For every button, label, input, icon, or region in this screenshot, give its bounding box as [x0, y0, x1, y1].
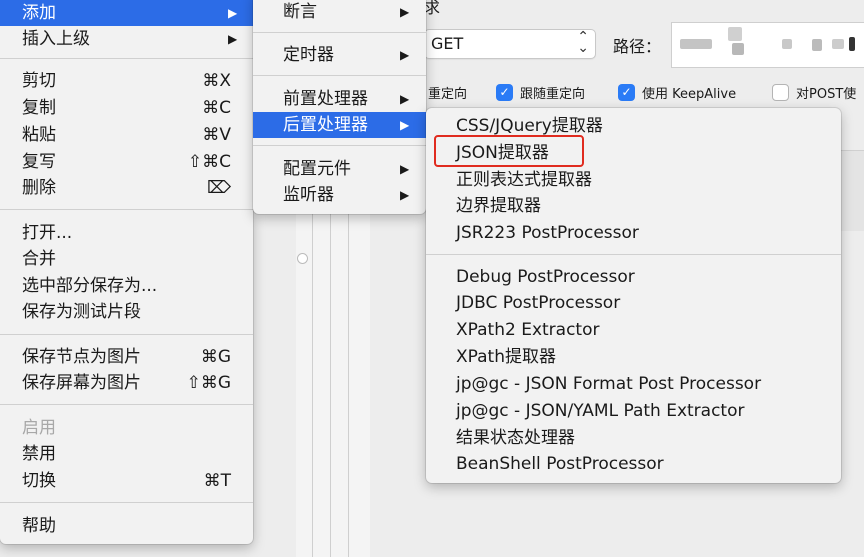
- blurred-text: [732, 43, 744, 55]
- context-menu: 添加 ▶ 插入上级 ▶ 剪切 ⌘X 复制 ⌘C 粘贴 ⌘V 复写 ⇧⌘C 删除 …: [0, 0, 253, 544]
- menu-item-duplicate[interactable]: 复写 ⇧⌘C: [0, 149, 253, 175]
- add-submenu: 断言 ▶ 定时器 ▶ 前置处理器 ▶ 后置处理器 ▶ 配置元件 ▶ 监听器 ▶: [253, 0, 426, 214]
- submenu-item-timer[interactable]: 定时器 ▶: [253, 42, 426, 68]
- select-chevron-icon: ⌃ ⌄: [577, 29, 589, 56]
- submenu-arrow-icon: ▶: [228, 6, 238, 20]
- option-redirect[interactable]: 重定向: [428, 82, 467, 102]
- post-item-beanshell-postprocessor[interactable]: BeanShell PostProcessor: [426, 451, 841, 477]
- menu-item-save-selection-as[interactable]: 选中部分保存为...: [0, 273, 253, 299]
- post-item-xpath2-extractor[interactable]: XPath2 Extractor: [426, 317, 841, 343]
- submenu-item-config-element[interactable]: 配置元件 ▶: [253, 156, 426, 182]
- background-table-header: [840, 150, 864, 231]
- post-item-jsr223-postprocessor[interactable]: JSR223 PostProcessor: [426, 220, 841, 246]
- shortcut-label: ⌘X: [202, 71, 231, 91]
- menu-separator: [0, 334, 253, 335]
- menu-separator: [0, 404, 253, 405]
- post-item-jpgc-json-format[interactable]: jp@gc - JSON Format Post Processor: [426, 371, 841, 397]
- json-extractor-highlight-box: [434, 135, 584, 167]
- http-method-value: GET: [431, 34, 464, 53]
- post-item-boundary-extractor[interactable]: 边界提取器: [426, 193, 841, 219]
- shortcut-label: ⌘C: [202, 98, 231, 118]
- menu-item-cut[interactable]: 剪切 ⌘X: [0, 68, 253, 94]
- blurred-text: [728, 27, 742, 41]
- menu-separator: [0, 58, 253, 59]
- menu-item-insert-parent[interactable]: 插入上级 ▶: [0, 26, 253, 52]
- http-method-select[interactable]: GET ⌃ ⌄: [424, 29, 596, 59]
- submenu-item-listener[interactable]: 监听器 ▶: [253, 182, 426, 208]
- menu-item-save-node-as-image[interactable]: 保存节点为图片 ⌘G: [0, 344, 253, 370]
- blurred-text: [849, 37, 855, 51]
- menu-item-open[interactable]: 打开...: [0, 220, 253, 246]
- shortcut-label: ⇧⌘G: [186, 373, 231, 393]
- submenu-arrow-icon: ▶: [228, 32, 238, 46]
- option-label: 使用 KeepAlive: [642, 86, 737, 102]
- menu-item-copy[interactable]: 复制 ⌘C: [0, 95, 253, 121]
- post-item-jpgc-json-yaml-path[interactable]: jp@gc - JSON/YAML Path Extractor: [426, 398, 841, 424]
- delete-key-icon: ⌦: [206, 178, 231, 198]
- menu-separator: [253, 32, 426, 33]
- checkbox-unchecked-icon[interactable]: [772, 83, 789, 101]
- menu-separator: [253, 75, 426, 76]
- checkbox-checked-icon[interactable]: ✓: [496, 83, 513, 101]
- tree-node-handle[interactable]: [297, 253, 308, 264]
- menu-separator: [253, 145, 426, 146]
- submenu-arrow-icon: ▶: [400, 188, 410, 202]
- blurred-text: [782, 39, 792, 49]
- submenu-arrow-icon: ▶: [400, 5, 410, 19]
- menu-item-enable: 启用: [22, 418, 56, 438]
- menu-item-paste[interactable]: 粘贴 ⌘V: [0, 122, 253, 148]
- option-label: 对POST使: [796, 86, 857, 102]
- option-label: 重定向: [428, 86, 468, 102]
- menu-item-delete[interactable]: 删除 ⌦: [0, 175, 253, 201]
- shortcut-label: ⇧⌘C: [187, 152, 231, 172]
- path-input[interactable]: [671, 22, 864, 68]
- menu-item-merge[interactable]: 合并: [0, 246, 253, 272]
- path-label: 路径：: [613, 37, 662, 56]
- submenu-arrow-icon: ▶: [400, 92, 410, 106]
- submenu-arrow-icon: ▶: [400, 118, 410, 132]
- menu-separator: [0, 209, 253, 210]
- menu-item-disable[interactable]: 禁用: [0, 441, 253, 467]
- option-label: 跟随重定向: [520, 86, 586, 102]
- tree-guide-line: [348, 200, 349, 557]
- shortcut-label: ⌘V: [202, 125, 231, 145]
- submenu-item-postprocessor[interactable]: 后置处理器 ▶: [253, 112, 426, 138]
- post-item-xpath-extractor[interactable]: XPath提取器: [426, 344, 841, 370]
- tree-guide-line: [330, 200, 331, 557]
- blurred-text: [680, 39, 712, 49]
- submenu-arrow-icon: ▶: [400, 48, 410, 62]
- shortcut-label: ⌘G: [200, 347, 231, 367]
- checkbox-checked-icon[interactable]: ✓: [618, 83, 635, 101]
- menu-separator: [426, 254, 841, 255]
- tree-panel: [296, 200, 370, 557]
- menu-item-save-as-test-fragment[interactable]: 保存为测试片段: [0, 299, 253, 325]
- blurred-text: [832, 39, 844, 49]
- panel-title: 求: [424, 0, 441, 17]
- menu-item-toggle[interactable]: 切换 ⌘T: [0, 468, 253, 494]
- menu-item-help[interactable]: 帮助: [0, 513, 253, 539]
- shortcut-label: ⌘T: [203, 471, 231, 491]
- menu-separator: [0, 502, 253, 503]
- submenu-item-assertion[interactable]: 断言 ▶: [253, 0, 426, 25]
- option-multipart-post[interactable]: 对POST使: [772, 82, 856, 102]
- post-item-debug-postprocessor[interactable]: Debug PostProcessor: [426, 264, 841, 290]
- menu-item-add[interactable]: 添加 ▶: [0, 0, 253, 26]
- post-item-jdbc-postprocessor[interactable]: JDBC PostProcessor: [426, 290, 841, 316]
- submenu-arrow-icon: ▶: [400, 162, 410, 176]
- option-keepalive[interactable]: ✓ 使用 KeepAlive: [618, 82, 736, 102]
- menu-item-save-screen-as-image[interactable]: 保存屏幕为图片 ⇧⌘G: [0, 370, 253, 396]
- blurred-text: [812, 39, 822, 51]
- option-follow-redirects[interactable]: ✓ 跟随重定向: [496, 82, 585, 102]
- post-item-regex-extractor[interactable]: 正则表达式提取器: [426, 167, 841, 193]
- post-item-result-status-handler[interactable]: 结果状态处理器: [426, 425, 841, 451]
- tree-guide-line: [312, 200, 313, 557]
- submenu-item-preprocessor[interactable]: 前置处理器 ▶: [253, 86, 426, 112]
